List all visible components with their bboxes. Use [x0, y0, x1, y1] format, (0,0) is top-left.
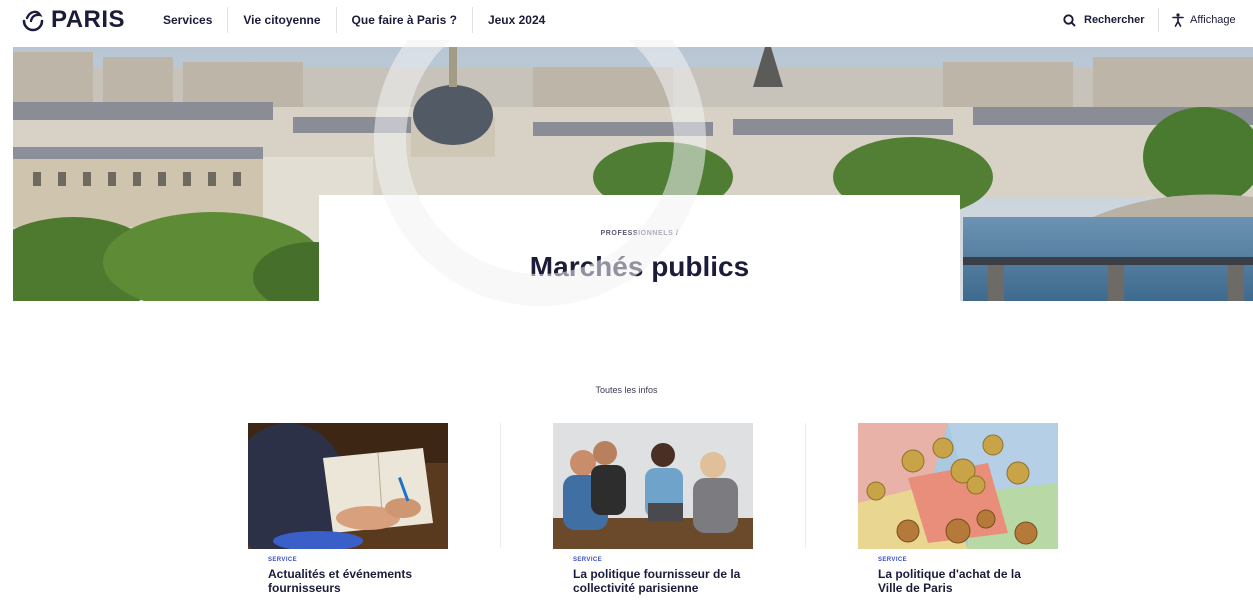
card-image-notebook	[248, 423, 448, 549]
info-card-politique-fournisseur[interactable]: SERVICE La politique fournisseur de la c…	[553, 423, 753, 595]
nav-item-vie-citoyenne[interactable]: Vie citoyenne	[228, 7, 337, 33]
nav-item-services[interactable]: Services	[148, 7, 229, 33]
card-divider	[500, 423, 501, 548]
display-label: Affichage	[1190, 14, 1236, 26]
card-title[interactable]: Actualités et événements fournisseurs	[268, 567, 438, 595]
search-button[interactable]: Rechercher	[1063, 0, 1145, 40]
nav-item-jeux-2024[interactable]: Jeux 2024	[473, 7, 560, 33]
card-title[interactable]: La politique fournisseur de la collectiv…	[573, 567, 743, 595]
page-title-card: PROFESSIONNELS / Marchés publics	[319, 195, 960, 305]
card-tag: SERVICE	[268, 557, 298, 563]
card-image-euros	[858, 423, 1058, 549]
search-icon	[1063, 13, 1076, 27]
paris-logo[interactable]: PARIS	[20, 6, 125, 34]
card-title[interactable]: La politique d'achat de la Ville de Pari…	[878, 567, 1048, 595]
card-tag: SERVICE	[878, 557, 908, 563]
info-card-actualites[interactable]: SERVICE Actualités et événements fournis…	[248, 423, 448, 595]
section-label: Toutes les infos	[595, 385, 658, 395]
logo-text: PARIS	[51, 6, 126, 33]
site-header: PARIS Services Vie citoyenne Que faire à…	[0, 0, 1253, 40]
page-title: Marchés publics	[529, 251, 750, 282]
card-image-meeting	[553, 423, 753, 549]
main-nav: Services Vie citoyenne Que faire à Paris…	[148, 0, 560, 40]
nav-item-que-faire[interactable]: Que faire à Paris ?	[337, 7, 473, 33]
breadcrumb[interactable]: PROFESSIONNELS /	[319, 230, 960, 237]
card-tag: SERVICE	[573, 557, 603, 563]
search-label: Rechercher	[1084, 14, 1145, 26]
card-divider	[805, 423, 806, 548]
accessibility-icon	[1172, 13, 1184, 27]
header-divider	[1158, 8, 1159, 32]
paris-emblem-icon	[22, 10, 44, 32]
display-settings-button[interactable]: Affichage	[1172, 0, 1236, 40]
info-card-politique-achat[interactable]: SERVICE La politique d'achat de la Ville…	[858, 423, 1058, 595]
